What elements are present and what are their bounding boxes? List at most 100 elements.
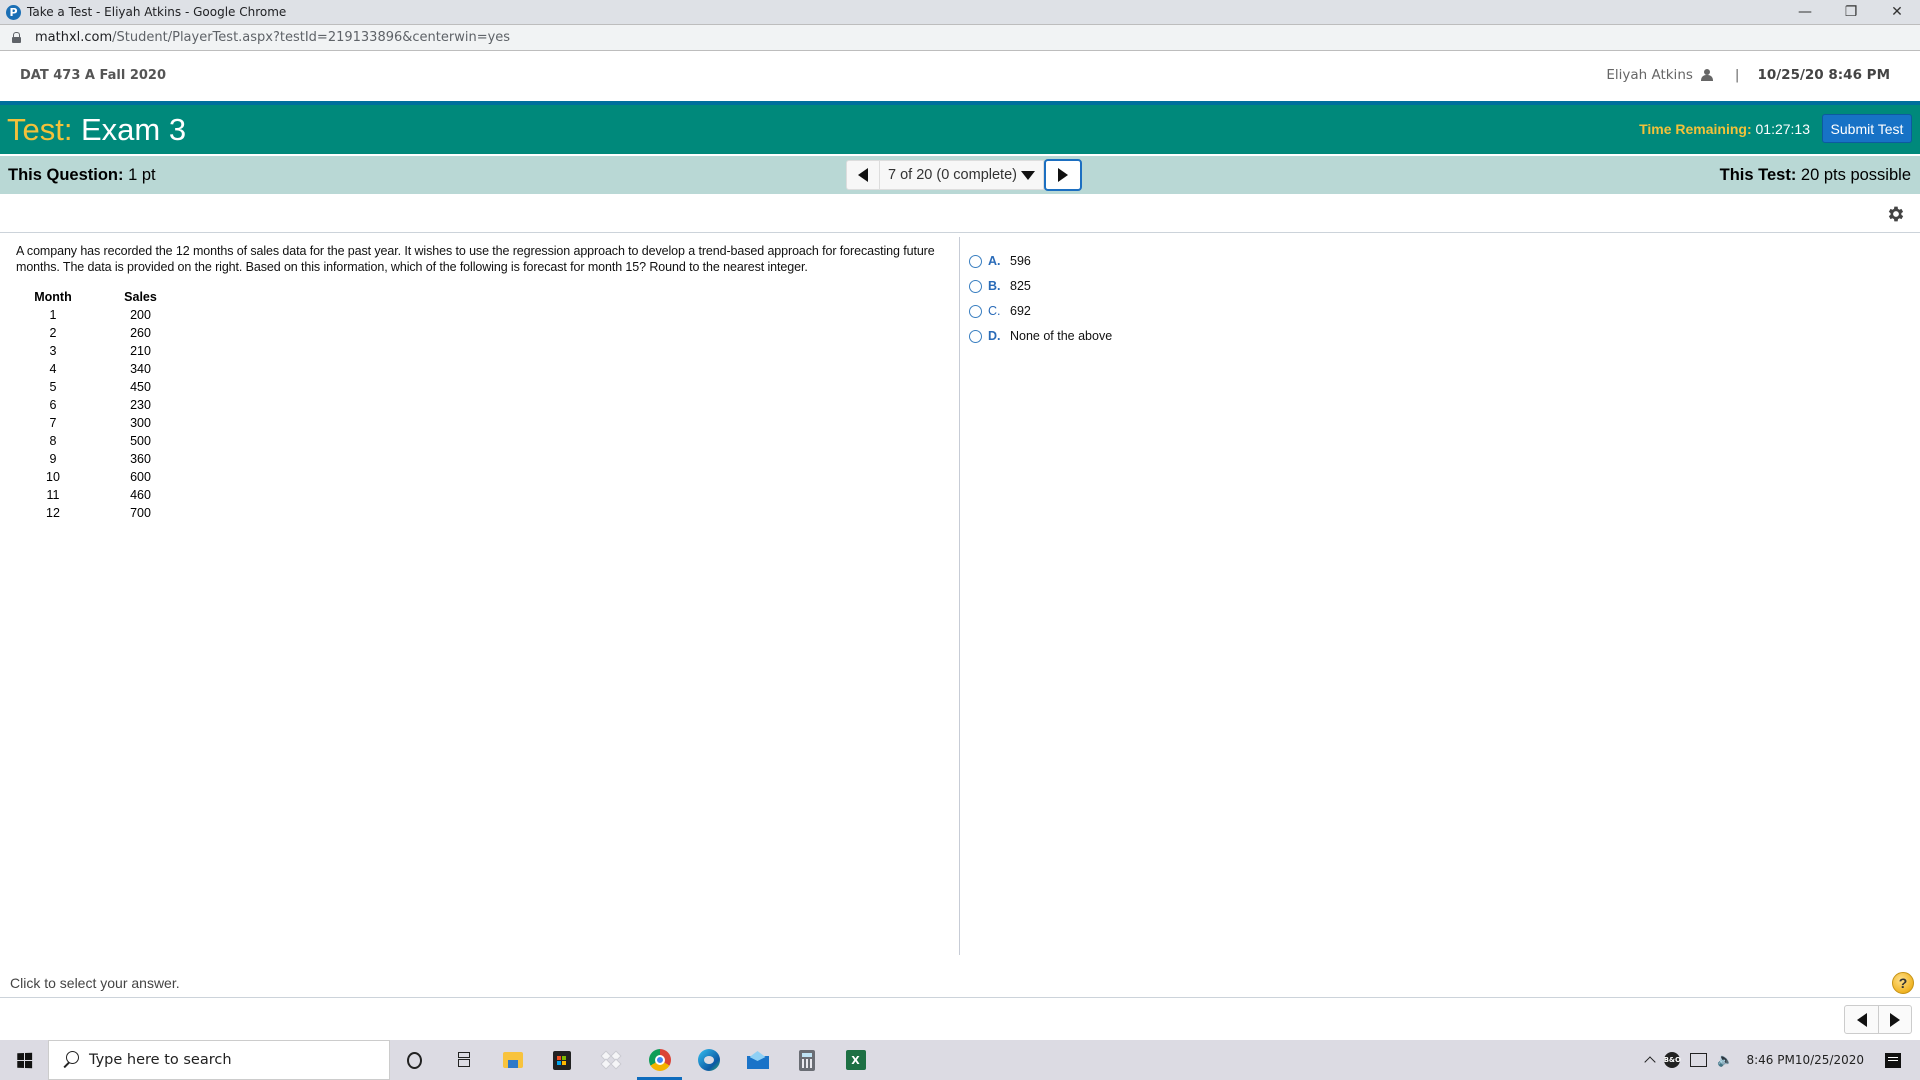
previous-question-button[interactable] bbox=[846, 160, 880, 190]
radio-button[interactable] bbox=[969, 254, 982, 268]
question-select-value: 7 of 20 (0 complete) bbox=[888, 167, 1017, 183]
this-test-points: This Test: 20 pts possible bbox=[1720, 166, 1911, 185]
choice-value: 692 bbox=[1010, 304, 1031, 318]
answer-choice-b[interactable]: B. 825 bbox=[969, 276, 1031, 296]
excel-icon: X bbox=[845, 1050, 866, 1070]
taskbar-edge[interactable] bbox=[684, 1040, 733, 1080]
choice-letter: D. bbox=[988, 329, 1001, 343]
this-question-label: This Question: bbox=[8, 166, 124, 184]
sales-cell: 360 bbox=[130, 452, 151, 466]
arrow-left-icon bbox=[858, 168, 868, 182]
submit-test-button[interactable]: Submit Test bbox=[1822, 114, 1912, 143]
time-remaining-value: 01:27:13 bbox=[1755, 121, 1811, 137]
action-center-button[interactable] bbox=[1874, 1040, 1920, 1080]
search-placeholder: Type here to search bbox=[89, 1052, 232, 1068]
restore-button[interactable]: ❐ bbox=[1828, 0, 1874, 24]
choice-value: 825 bbox=[1010, 279, 1031, 293]
tray-bang-olufsen[interactable]: B&O bbox=[1659, 1040, 1685, 1080]
bang-olufsen-icon: B&O bbox=[1664, 1052, 1681, 1068]
caret-down-icon bbox=[1020, 170, 1035, 180]
radio-button[interactable] bbox=[969, 279, 982, 293]
taskbar-task-view[interactable] bbox=[439, 1040, 488, 1080]
show-hidden-icons-button[interactable] bbox=[1641, 1040, 1659, 1080]
tray-volume[interactable]: 🔈 bbox=[1712, 1040, 1738, 1080]
taskbar-mail[interactable] bbox=[733, 1040, 782, 1080]
user-name[interactable]: Eliyah Atkins bbox=[1606, 67, 1693, 83]
radio-button[interactable] bbox=[969, 304, 982, 318]
next-question-button[interactable] bbox=[1044, 159, 1082, 191]
sales-data-table: Month Sales 1 200 2 260 3 210 4 340 5 450 6 230 7 300… bbox=[28, 288, 175, 522]
taskbar-chrome[interactable] bbox=[635, 1040, 684, 1080]
taskbar-search-box[interactable]: Type here to search bbox=[48, 1040, 390, 1080]
address-bar[interactable]: mathxl.com/Student/PlayerTest.aspx?testI… bbox=[0, 24, 1920, 51]
clock-time: 8:46 PM bbox=[1746, 1052, 1795, 1067]
column-header-sales: Sales bbox=[124, 290, 157, 304]
table-row: 3 210 bbox=[28, 342, 175, 360]
start-button[interactable] bbox=[0, 1040, 48, 1080]
table-row: 2 260 bbox=[28, 324, 175, 342]
answer-choice-a[interactable]: A. 596 bbox=[969, 251, 1031, 271]
microsoft-store-icon bbox=[552, 1050, 571, 1070]
help-icon: ? bbox=[1898, 975, 1908, 991]
question-select-dropdown[interactable]: 7 of 20 (0 complete) bbox=[880, 160, 1044, 190]
table-row: 7 300 bbox=[28, 414, 175, 432]
course-name: DAT 473 A Fall 2020 bbox=[20, 68, 166, 83]
this-question-points: This Question: 1 pt bbox=[8, 166, 156, 185]
close-window-button[interactable]: ✕ bbox=[1874, 0, 1920, 24]
url-path: /Student/PlayerTest.aspx?testId=21913389… bbox=[112, 30, 511, 45]
windows-logo-icon bbox=[16, 1052, 32, 1068]
tray-network[interactable] bbox=[1685, 1040, 1712, 1080]
month-cell: 1 bbox=[49, 308, 57, 322]
edge-icon bbox=[697, 1049, 720, 1071]
month-cell: 5 bbox=[49, 380, 57, 394]
taskbar-file-explorer[interactable] bbox=[488, 1040, 537, 1080]
pearson-favicon-icon: P bbox=[6, 4, 21, 20]
minimize-button[interactable]: — bbox=[1782, 0, 1828, 24]
question-navigator: 7 of 20 (0 complete) bbox=[846, 159, 1082, 191]
help-button[interactable]: ? bbox=[1892, 972, 1914, 994]
answer-choice-c[interactable]: C. 692 bbox=[969, 301, 1031, 321]
choice-letter: C. bbox=[988, 304, 1001, 318]
taskbar-cortana[interactable] bbox=[390, 1040, 439, 1080]
lock-icon[interactable] bbox=[12, 32, 21, 43]
bottom-next-button[interactable] bbox=[1878, 1006, 1911, 1033]
month-cell: 12 bbox=[46, 506, 60, 520]
radio-button[interactable] bbox=[969, 329, 982, 343]
taskbar-calculator[interactable] bbox=[782, 1040, 831, 1080]
sales-cell: 230 bbox=[130, 398, 151, 412]
taskbar-store[interactable] bbox=[537, 1040, 586, 1080]
url-text[interactable]: mathxl.com/Student/PlayerTest.aspx?testI… bbox=[35, 30, 510, 45]
month-cell: 8 bbox=[49, 434, 57, 448]
arrow-left-icon bbox=[1856, 1012, 1867, 1027]
gear-icon[interactable] bbox=[1886, 204, 1906, 224]
test-banner: Test: Exam 3 Time Remaining: 01:27:13 Su… bbox=[0, 101, 1920, 154]
choice-letter: B. bbox=[988, 279, 1001, 293]
month-cell: 4 bbox=[49, 362, 57, 376]
sales-cell: 460 bbox=[130, 488, 151, 502]
sales-cell: 600 bbox=[130, 470, 151, 484]
window-title: Take a Test - Eliyah Atkins - Google Chr… bbox=[27, 5, 287, 19]
user-area: Eliyah Atkins | 10/25/20 8:46 PM bbox=[1606, 67, 1890, 83]
bottom-previous-button[interactable] bbox=[1845, 1006, 1878, 1033]
question-pane: A company has recorded the 12 months of … bbox=[0, 237, 960, 955]
header-separator: | bbox=[1734, 67, 1740, 83]
table-row: 12 700 bbox=[28, 504, 175, 522]
question-text: A company has recorded the 12 months of … bbox=[16, 244, 935, 274]
table-row: 4 340 bbox=[28, 360, 175, 378]
test-label: Test: bbox=[7, 112, 73, 147]
taskbar-excel[interactable]: X bbox=[831, 1040, 880, 1080]
this-question-value: 1 pt bbox=[128, 166, 156, 184]
sales-cell: 500 bbox=[130, 434, 151, 448]
table-row: 6 230 bbox=[28, 396, 175, 414]
answer-choice-d[interactable]: D. None of the above bbox=[969, 326, 1112, 346]
month-cell: 7 bbox=[49, 416, 57, 430]
choice-value: None of the above bbox=[1010, 329, 1113, 343]
table-row: 5 450 bbox=[28, 378, 175, 396]
person-icon bbox=[1700, 68, 1713, 82]
taskbar-clock[interactable]: 8:46 PM 10/25/2020 bbox=[1738, 1040, 1874, 1080]
column-header-month: Month bbox=[34, 290, 72, 304]
table-row: 11 460 bbox=[28, 486, 175, 504]
hint-text: Click to select your answer. bbox=[10, 975, 180, 991]
sales-cell: 200 bbox=[130, 308, 151, 322]
taskbar-dropbox[interactable] bbox=[586, 1040, 635, 1080]
